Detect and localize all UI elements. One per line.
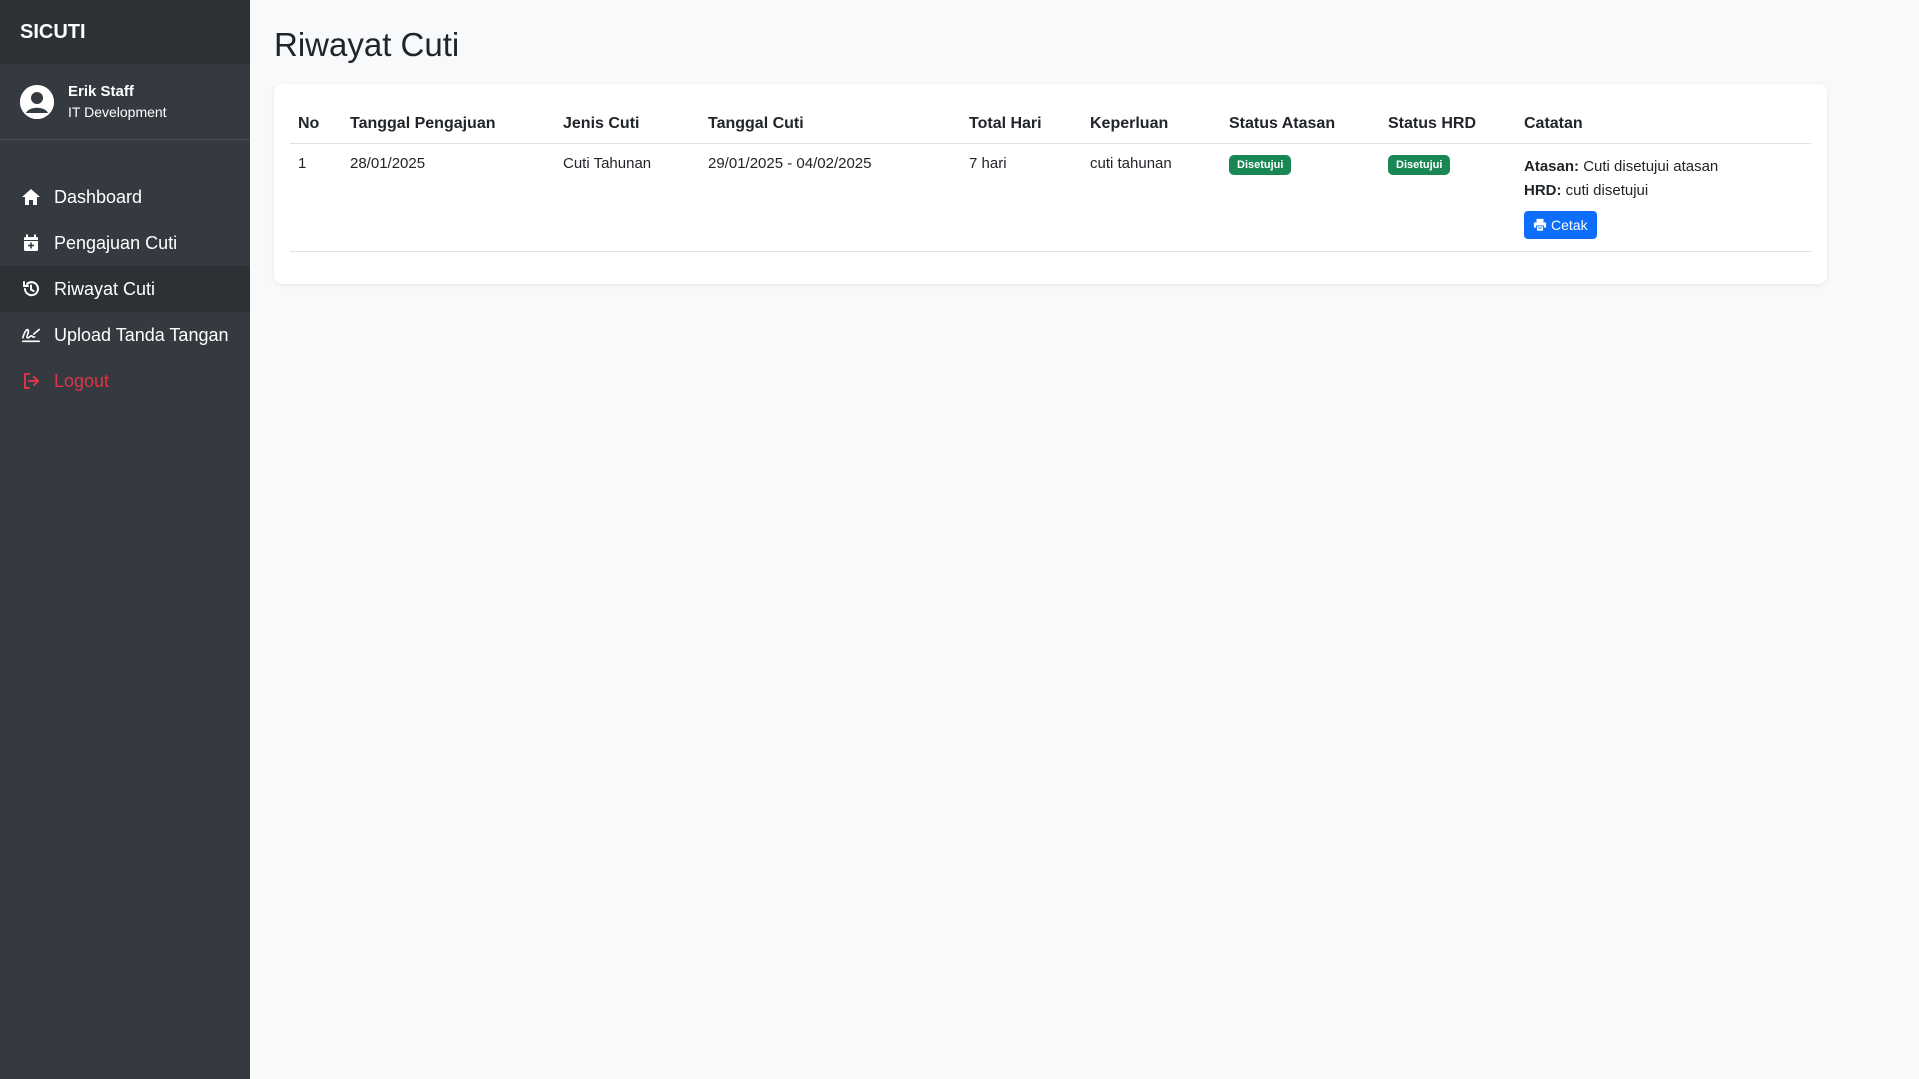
note-atasan-text: Cuti disetujui atasan [1583, 158, 1719, 175]
note-hrd: HRD: cuti disetujui [1524, 179, 1803, 203]
leave-history-table: No Tanggal Pengajuan Jenis Cuti Tanggal … [290, 100, 1811, 252]
column-header: Tanggal Cuti [700, 100, 961, 144]
signature-icon [20, 324, 42, 346]
cell-total-hari: 7 hari [961, 143, 1082, 252]
table-row: 1 28/01/2025 Cuti Tahunan 29/01/2025 - 0… [290, 143, 1811, 252]
sidebar-item-label: Upload Tanda Tangan [54, 324, 229, 345]
cell-no: 1 [290, 143, 342, 252]
sidebar-item-upload-tanda-tangan[interactable]: Upload Tanda Tangan [0, 312, 250, 358]
sidebar: SICUTI Erik Staff IT Development Dashboa… [0, 0, 250, 1079]
column-header: Tanggal Pengajuan [342, 100, 555, 144]
column-header: Jenis Cuti [555, 100, 700, 144]
sidebar-item-dashboard[interactable]: Dashboard [0, 174, 250, 220]
sidebar-item-label: Logout [54, 370, 110, 391]
page-title: Riwayat Cuti [274, 26, 460, 63]
history-icon [20, 278, 42, 300]
sidebar-nav: Dashboard Pengajuan Cuti Riwayat Cuti Up… [0, 174, 250, 404]
cell-status-hrd: Disetujui [1380, 143, 1516, 252]
user-name: Erik Staff [68, 83, 134, 100]
table-header-row: No Tanggal Pengajuan Jenis Cuti Tanggal … [290, 100, 1811, 144]
sidebar-item-riwayat-cuti[interactable]: Riwayat Cuti [0, 266, 250, 312]
sign-out-icon [20, 370, 42, 392]
sidebar-item-label: Dashboard [54, 186, 143, 207]
note-atasan: Atasan: Cuti disetujui atasan [1524, 155, 1803, 179]
sidebar-item-logout[interactable]: Logout [0, 358, 250, 404]
column-header: Total Hari [961, 100, 1082, 144]
cell-tanggal-cuti: 29/01/2025 - 04/02/2025 [700, 143, 961, 252]
leave-history-card: No Tanggal Pengajuan Jenis Cuti Tanggal … [274, 84, 1827, 284]
note-hrd-label: HRD: [1524, 182, 1562, 199]
cell-jenis-cuti: Cuti Tahunan [555, 143, 700, 252]
sidebar-item-label: Pengajuan Cuti [54, 232, 178, 253]
column-header: Keperluan [1082, 100, 1221, 144]
column-header: Catatan [1516, 100, 1811, 144]
home-icon [20, 186, 42, 208]
status-badge: Disetujui [1229, 155, 1292, 175]
sidebar-item-label: Riwayat Cuti [54, 278, 156, 299]
status-badge: Disetujui [1388, 155, 1451, 175]
print-button[interactable]: Cetak [1524, 211, 1597, 239]
app-layout: SICUTI Erik Staff IT Development Dashboa… [0, 0, 1919, 1079]
user-avatar-icon [20, 84, 54, 119]
column-header: Status HRD [1380, 100, 1516, 144]
note-atasan-label: Atasan: [1524, 158, 1580, 175]
cell-tanggal-pengajuan: 28/01/2025 [342, 143, 555, 252]
user-department: IT Development [68, 104, 167, 120]
cell-keperluan: cuti tahunan [1082, 143, 1221, 252]
column-header: No [290, 100, 342, 144]
print-button-label: Cetak [1551, 217, 1588, 233]
cell-catatan: Atasan: Cuti disetujui atasan HRD: cuti … [1516, 143, 1811, 252]
user-profile: Erik Staff IT Development [0, 64, 250, 140]
user-info: Erik Staff IT Development [68, 83, 167, 120]
column-header: Status Atasan [1221, 100, 1380, 144]
app-brand[interactable]: SICUTI [0, 0, 250, 64]
sidebar-item-pengajuan-cuti[interactable]: Pengajuan Cuti [0, 220, 250, 266]
main-content: Riwayat Cuti No Tanggal Pengajuan Jenis … [250, 0, 1919, 1079]
printer-icon [1533, 218, 1547, 232]
note-hrd-text: cuti disetujui [1565, 182, 1649, 199]
cell-status-atasan: Disetujui [1221, 143, 1380, 252]
calendar-plus-icon [20, 232, 42, 254]
